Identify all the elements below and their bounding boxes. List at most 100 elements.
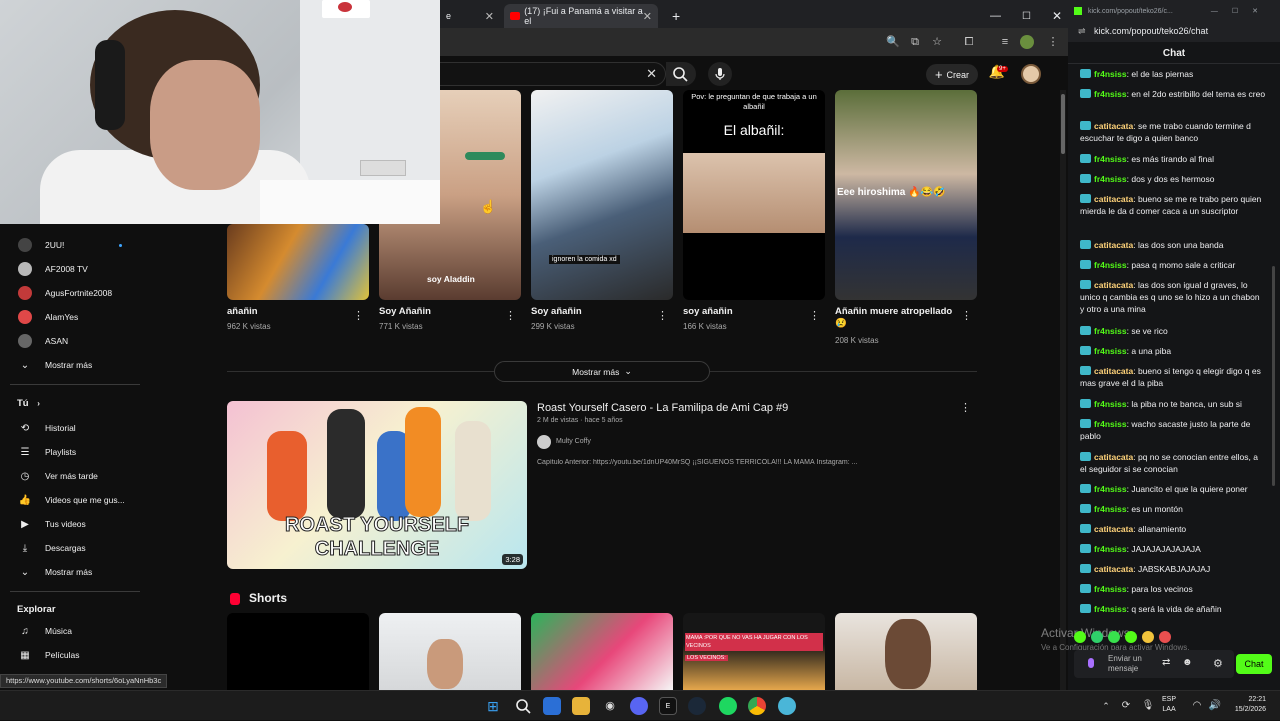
chat-username[interactable]: fr4nsiss [1094, 260, 1127, 270]
file-explorer-icon[interactable] [572, 697, 590, 715]
chevron-up-icon[interactable]: ⌃ [1097, 697, 1115, 715]
emote-icon[interactable] [1074, 631, 1086, 643]
chat-username[interactable]: catitacata [1094, 194, 1133, 204]
chat-input[interactable]: Enviar un mensaje ⇄ ☻ [1074, 650, 1234, 678]
commands-icon[interactable]: ⇄ [1162, 657, 1170, 668]
media-controls-icon[interactable]: ≡ [998, 35, 1012, 49]
chat-username[interactable]: fr4nsiss [1094, 89, 1127, 99]
account-avatar[interactable] [1021, 64, 1041, 84]
minimize-icon[interactable]: — [984, 4, 1001, 28]
sidebar-item-your-videos[interactable]: ▶ Tus videos [0, 513, 140, 535]
microphone-tray-icon[interactable]: 🎙 [1139, 697, 1157, 715]
search-input[interactable]: ✕ [440, 62, 666, 86]
video-thumbnail[interactable]: ROAST YOURSELF CHALLENGE 3:28 [227, 401, 527, 569]
emote-icon[interactable] [1108, 631, 1120, 643]
chat-username[interactable]: fr4nsiss [1094, 584, 1127, 594]
scrollbar-thumb[interactable] [1061, 94, 1065, 154]
windows-start-icon[interactable]: ⊞ [484, 697, 502, 715]
chat-username[interactable]: fr4nsiss [1094, 399, 1127, 409]
create-button[interactable]: + Crear [926, 64, 978, 85]
sidebar-item-playlists[interactable]: ☰ Playlists [0, 441, 140, 463]
app-icon[interactable] [778, 697, 796, 715]
sidebar-item-music[interactable]: ♫ Música [0, 620, 140, 642]
short-title[interactable]: añañin [227, 306, 353, 318]
volume-icon[interactable]: 🔊 [1206, 697, 1224, 715]
emote-icon[interactable] [1091, 631, 1103, 643]
channel-avatar[interactable] [537, 435, 551, 449]
page-scrollbar[interactable] [1060, 90, 1066, 690]
sidebar-item-subscription[interactable]: AlamYes [0, 306, 140, 328]
chat-username[interactable]: catitacata [1094, 564, 1133, 574]
obs-icon[interactable]: ◉ [601, 697, 619, 715]
chat-username[interactable]: fr4nsiss [1094, 326, 1127, 336]
microphone-icon[interactable] [1088, 658, 1094, 668]
sidebar-item-history[interactable]: ⟲ Historial [0, 417, 140, 439]
channel-name[interactable]: Multy Coffy [556, 438, 591, 445]
chrome-icon[interactable] [748, 697, 766, 715]
chat-username[interactable]: catitacata [1094, 524, 1133, 534]
show-more-button[interactable]: Mostrar más ⌄ [494, 361, 710, 382]
sidebar-you-heading[interactable]: Tú › [17, 398, 40, 409]
emoji-icon[interactable]: ☻ [1182, 657, 1193, 668]
short-title[interactable]: soy añañin [683, 306, 809, 318]
browser-tab-1[interactable]: e ✕ [440, 4, 500, 28]
maximize-icon[interactable]: ☐ [1016, 4, 1032, 28]
chat-username[interactable]: catitacata [1094, 240, 1133, 250]
chat-username[interactable]: catitacata [1094, 366, 1133, 376]
send-chat-button[interactable]: Chat [1236, 654, 1272, 674]
clear-search-icon[interactable]: ✕ [646, 66, 657, 82]
sidebar-item-subscription[interactable]: ASAN [0, 330, 140, 352]
profile-avatar-icon[interactable] [1020, 35, 1034, 49]
chat-username[interactable]: fr4nsiss [1094, 544, 1127, 554]
short-title[interactable]: Soy Añañin [379, 306, 505, 318]
spotify-icon[interactable] [719, 697, 737, 715]
more-options-icon[interactable]: ⋮ [961, 309, 972, 322]
short-thumbnail[interactable]: Pov: le preguntan de que trabaja a un al… [683, 90, 825, 300]
short-title[interactable]: Soy añañin [531, 306, 657, 318]
more-options-icon[interactable]: ⋮ [809, 309, 820, 322]
sidebar-item-movies[interactable]: ▦ Películas [0, 644, 140, 666]
page-info-icon[interactable]: ⇌ [1078, 26, 1086, 37]
sidebar-show-more-you[interactable]: ⌄ Mostrar más [0, 561, 140, 583]
install-app-icon[interactable]: ⧉ [908, 35, 922, 49]
chat-username[interactable]: fr4nsiss [1094, 604, 1127, 614]
more-options-icon[interactable]: ⋮ [505, 309, 516, 322]
chat-username[interactable]: fr4nsiss [1094, 504, 1127, 514]
bookmark-star-icon[interactable]: ☆ [930, 35, 944, 49]
sidebar-item-downloads[interactable]: ⤓ Descargas [0, 537, 140, 559]
wifi-icon[interactable]: ◠ [1188, 697, 1206, 715]
clock[interactable]: 22:21 15/2/2026 [1224, 695, 1266, 715]
short-thumbnail[interactable] [227, 613, 369, 690]
short-thumbnail[interactable] [379, 613, 521, 690]
close-icon[interactable]: ✕ [643, 10, 652, 23]
close-icon[interactable]: ✕ [485, 10, 494, 23]
sync-icon[interactable]: ⟳ [1117, 697, 1135, 715]
emote-icon[interactable] [1159, 631, 1171, 643]
browser-tab-2[interactable]: (17) ¡Fui a Panamá a visitar a el ✕ [504, 4, 658, 28]
sidebar-item-subscription[interactable]: AgusFortnite2008 [0, 282, 140, 304]
chat-username[interactable]: fr4nsiss [1094, 419, 1127, 429]
browser-menu-icon[interactable]: ⋮ [1046, 35, 1060, 49]
chat-username[interactable]: catitacata [1094, 280, 1133, 290]
close-window-icon[interactable]: ✕ [1046, 4, 1062, 28]
more-options-icon[interactable]: ⋮ [657, 309, 668, 322]
short-thumbnail[interactable]: Eee hiroshima 🔥😂🤣 [835, 90, 977, 300]
sidebar-item-subscription[interactable]: 2UU! [0, 234, 140, 256]
chat-username[interactable]: catitacata [1094, 121, 1133, 131]
video-title[interactable]: Roast Yourself Casero - La Familipa de A… [537, 402, 788, 414]
scrollbar-thumb[interactable] [1272, 266, 1275, 486]
sidebar-item-liked-videos[interactable]: 👍 Videos que me gus... [0, 489, 140, 511]
sidebar-item-watch-later[interactable]: ◷ Ver más tarde [0, 465, 140, 487]
chat-username[interactable]: fr4nsiss [1094, 154, 1127, 164]
zoom-icon[interactable]: 🔍 [886, 35, 900, 49]
settings-gear-icon[interactable]: ⚙ [1213, 657, 1223, 670]
search-button[interactable] [666, 62, 696, 86]
short-thumbnail[interactable] [531, 613, 673, 690]
chat-scrollbar[interactable] [1271, 66, 1277, 686]
emote-icon[interactable] [1142, 631, 1154, 643]
steam-icon[interactable] [688, 697, 706, 715]
search-icon[interactable] [514, 697, 532, 715]
voice-search-button[interactable] [708, 62, 732, 86]
short-thumbnail[interactable] [227, 224, 369, 300]
language-indicator[interactable]: ESP LAA [1162, 695, 1176, 715]
